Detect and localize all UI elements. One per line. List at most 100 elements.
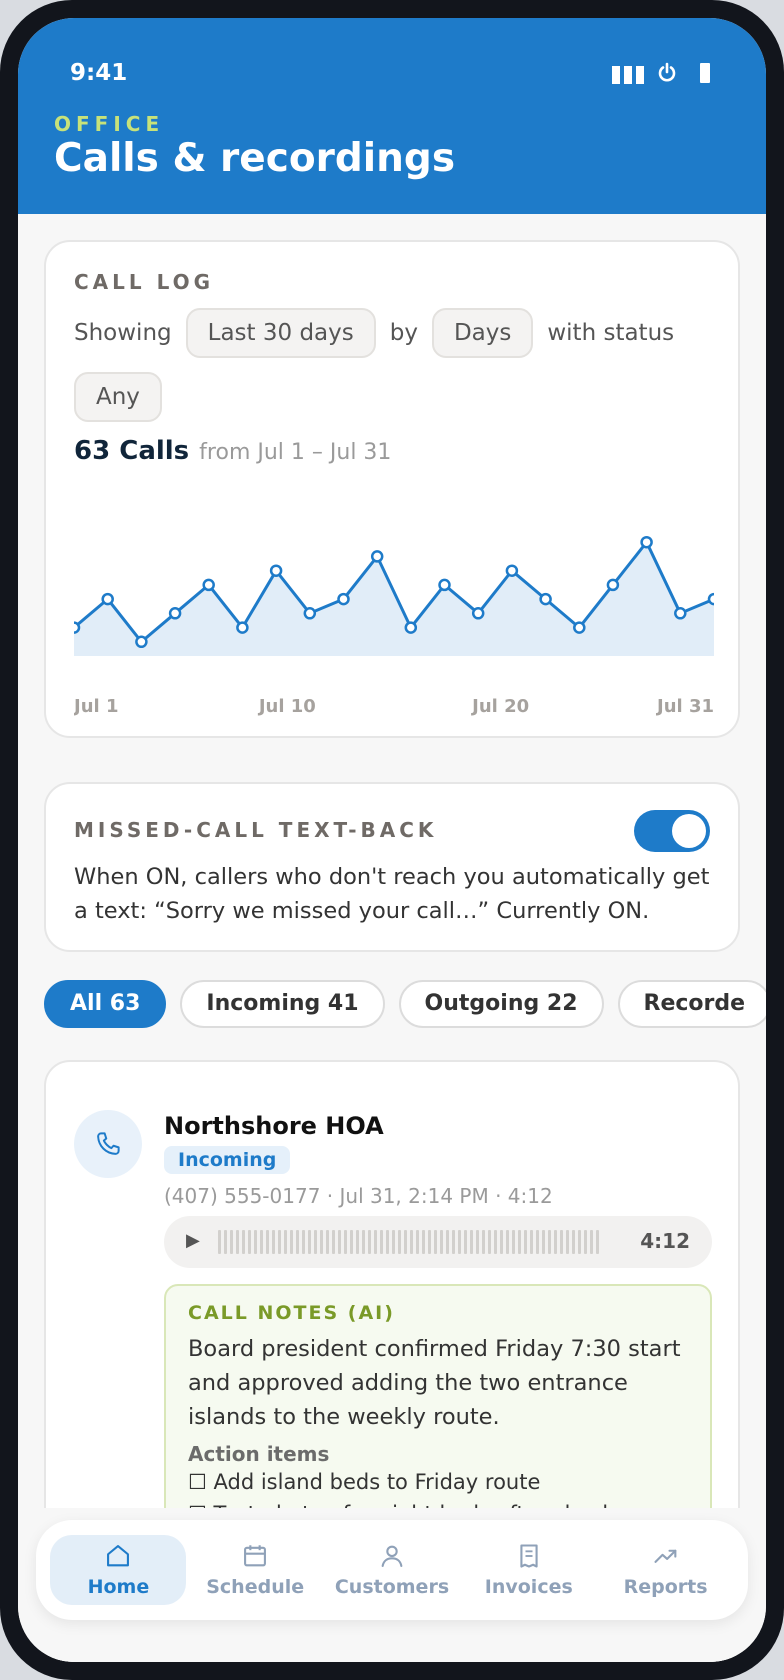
action-item[interactable]: ☐ Add island beds to Friday route <box>188 1466 688 1498</box>
waveform-bar <box>578 1230 581 1254</box>
chart-point[interactable] <box>269 564 283 577</box>
chart-point[interactable] <box>674 607 687 620</box>
chart-x-tick: Jul 31 <box>655 696 714 717</box>
chart-point[interactable] <box>707 592 714 606</box>
nav-reports[interactable]: Reports <box>598 1535 734 1605</box>
calls-chart: Jul 1 Jul 10 Jul 20 Jul 31 <box>74 535 714 717</box>
chart-point[interactable] <box>337 592 350 606</box>
nav-home-label: Home <box>87 1576 150 1598</box>
recording-duration: 4:12 <box>640 1229 690 1253</box>
battery-icon <box>700 63 710 83</box>
waveform-bar <box>344 1230 347 1254</box>
tab-incoming[interactable]: Incoming 41 <box>180 980 385 1028</box>
nav-schedule[interactable]: Schedule <box>187 1535 323 1605</box>
waveform-bar <box>266 1230 269 1254</box>
recording-player[interactable]: ▶ 4:12 <box>164 1216 712 1268</box>
calendar-icon <box>244 1545 267 1567</box>
waveform-bar <box>500 1230 503 1254</box>
waveform-bar <box>314 1230 317 1254</box>
call-direction-badge: Incoming <box>164 1146 291 1174</box>
chart-point[interactable] <box>236 621 249 634</box>
chart-point[interactable] <box>202 578 215 592</box>
nav-reports-label: Reports <box>623 1576 708 1598</box>
waveform-bar <box>446 1230 449 1254</box>
waveform-bar <box>464 1230 467 1254</box>
waveform-bar <box>224 1230 227 1254</box>
trend-icon <box>654 1549 676 1563</box>
waveform-bar <box>590 1230 593 1254</box>
waveform-bar <box>488 1230 491 1254</box>
waveform-bar <box>410 1230 413 1254</box>
waveform-bar <box>320 1230 323 1254</box>
call-log-card: CALL LOG Showing Last 30 days by Days wi… <box>44 240 740 738</box>
waveform-bar <box>230 1230 233 1254</box>
nav-invoices[interactable]: Invoices <box>461 1535 597 1605</box>
missed-call-description: When ON, callers who don't reach you aut… <box>74 864 710 924</box>
chart-point[interactable] <box>74 621 81 634</box>
chart-point[interactable] <box>404 621 418 634</box>
waveform-bar <box>530 1230 533 1254</box>
waveform-bar <box>386 1230 389 1254</box>
chart-point[interactable] <box>303 607 317 620</box>
call-log-filters: Showing Last 30 days by Days with status… <box>74 308 714 422</box>
waveform-bar <box>428 1230 431 1254</box>
receipt-icon <box>520 1544 538 1568</box>
group-filter[interactable]: Days <box>431 308 534 358</box>
chart-point[interactable] <box>135 635 148 649</box>
chart-point[interactable] <box>505 564 519 577</box>
waveform-bar <box>518 1230 521 1254</box>
waveform-bar <box>356 1230 359 1254</box>
chart-point[interactable] <box>370 550 384 563</box>
waveform-scrubber[interactable] <box>218 1230 602 1254</box>
call-avatar <box>74 1110 142 1178</box>
filter-status-text: with status <box>547 320 675 346</box>
status-icons <box>612 62 710 84</box>
app-header: 9:41 OFFICE Calls & recordings <box>18 18 766 214</box>
waveform-bar <box>404 1230 407 1254</box>
chart-x-tick: Jul 10 <box>257 696 316 717</box>
waveform-bar <box>254 1230 257 1254</box>
action-items-title: Action items <box>188 1442 330 1466</box>
waveform-bar <box>512 1230 515 1254</box>
tab-outgoing[interactable]: Outgoing 22 <box>398 980 604 1028</box>
chart-x-tick: Jul 20 <box>470 696 529 717</box>
nav-customers[interactable]: Customers <box>324 1535 460 1605</box>
caller-name: Northshore HOA <box>164 1112 384 1140</box>
status-time: 9:41 <box>70 60 128 86</box>
range-filter[interactable]: Last 30 days <box>185 308 376 358</box>
chart-point[interactable] <box>471 607 485 620</box>
person-icon <box>381 1545 403 1567</box>
chart-point[interactable] <box>101 592 114 606</box>
call-log-label: CALL LOG <box>74 270 215 294</box>
chart-point[interactable] <box>438 578 451 592</box>
call-filter-tabs: All 63 Incoming 41 Outgoing 22 Recorde <box>44 980 766 1028</box>
waveform-bar <box>560 1230 563 1254</box>
chart-point[interactable] <box>640 535 653 549</box>
page-title: Calls & recordings <box>54 136 456 181</box>
waveform-bar <box>398 1230 401 1254</box>
play-icon[interactable]: ▶ <box>186 1230 200 1251</box>
waveform-bar <box>494 1230 497 1254</box>
chart-point[interactable] <box>606 578 620 592</box>
chart-point[interactable] <box>573 621 586 634</box>
call-notes-label: CALL NOTES (AI) <box>188 1302 395 1324</box>
tab-recorded[interactable]: Recorde <box>617 980 766 1028</box>
waveform-bar <box>452 1230 455 1254</box>
nav-customers-label: Customers <box>334 1576 450 1598</box>
chart-point[interactable] <box>168 607 182 620</box>
chart-x-tick: Jul 1 <box>74 696 118 717</box>
signal-icon <box>612 62 644 84</box>
waveform-bar <box>392 1230 395 1254</box>
chart-point[interactable] <box>539 592 552 606</box>
call-notes-summary: Board president confirmed Friday 7:30 st… <box>188 1336 681 1430</box>
status-filter[interactable]: Any <box>74 372 162 422</box>
waveform-bar <box>422 1230 425 1254</box>
waveform-bar <box>470 1230 473 1254</box>
waveform-bar <box>584 1230 587 1254</box>
nav-home[interactable]: Home <box>50 1535 187 1605</box>
call-meta: (407) 555-0177 · Jul 31, 2:14 PM · 4:12 <box>164 1184 553 1208</box>
missed-call-toggle[interactable] <box>634 810 710 852</box>
calls-summary: 63 Calls from Jul 1 – Jul 31 <box>74 436 391 466</box>
tab-all[interactable]: All 63 <box>44 980 167 1028</box>
calls-total: 63 Calls <box>74 436 190 466</box>
